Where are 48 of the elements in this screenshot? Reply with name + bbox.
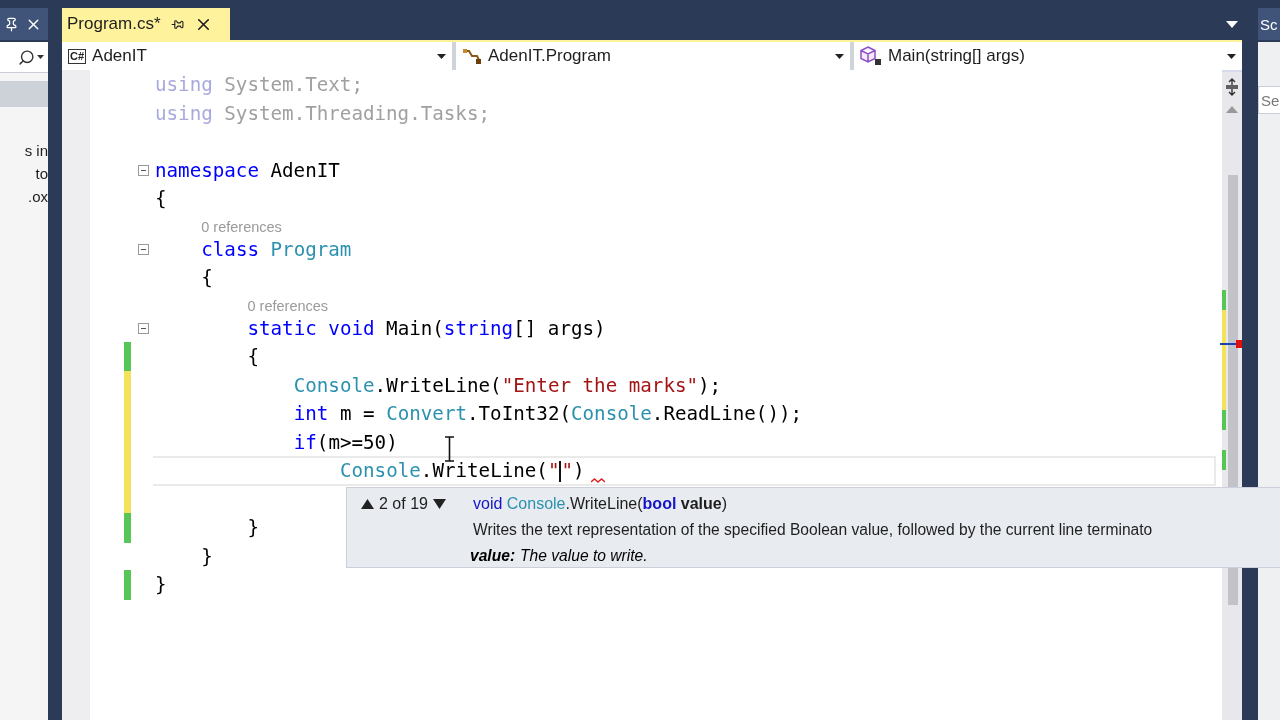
split-icon[interactable] bbox=[1225, 78, 1239, 96]
navigation-dropdown[interactable]: AdenIT.Program bbox=[456, 42, 850, 72]
collapse-icon[interactable] bbox=[138, 323, 149, 334]
caret-icon bbox=[835, 53, 844, 59]
navigation-dropdown[interactable]: Main(string[] args) bbox=[854, 42, 1242, 72]
class-icon bbox=[462, 47, 482, 65]
panel-tab[interactable]: Sc bbox=[1258, 8, 1280, 40]
code-line: { bbox=[247, 344, 260, 370]
caret-icon bbox=[37, 55, 44, 59]
panel-text: ox. bbox=[27, 187, 48, 207]
pin-icon[interactable] bbox=[4, 16, 19, 32]
code-line: } bbox=[155, 572, 167, 598]
search-field[interactable] bbox=[0, 42, 48, 73]
parameter-name: value: bbox=[470, 546, 516, 566]
method-icon bbox=[860, 46, 882, 66]
document-tab[interactable]: Program.cs* bbox=[62, 8, 230, 40]
overload-counter: 2 of 19 bbox=[379, 495, 428, 513]
code-line: if(m>=50) bbox=[293, 429, 398, 456]
collapse-icon[interactable] bbox=[138, 244, 149, 255]
code-line: } bbox=[247, 515, 260, 541]
navigation-dropdown[interactable]: C# AdenIT bbox=[62, 42, 452, 72]
code-line: Console.WriteLine("Enter the marks"); bbox=[293, 372, 722, 399]
code-line: using System.Threading.Tasks; bbox=[155, 100, 490, 127]
caret-icon bbox=[437, 53, 446, 59]
code-line: Console.WriteLine("") bbox=[339, 458, 585, 484]
pin-icon[interactable] bbox=[170, 17, 184, 31]
text-cursor-icon bbox=[445, 436, 454, 462]
dropdown-icon[interactable] bbox=[1226, 21, 1238, 28]
search-field[interactable]: Se bbox=[1258, 86, 1280, 114]
collapse-icon[interactable] bbox=[138, 165, 149, 176]
method-signature: void Console.WriteLine(bool value) bbox=[473, 494, 729, 514]
code-line: int m = Convert.ToInt32(Console.ReadLine()); bbox=[293, 401, 803, 427]
parameter-description: The value to write. bbox=[520, 546, 648, 566]
method-description: Writes the text representation of the specified Boolean value, followed by the current line terminato bbox=[473, 520, 1154, 540]
code-line: { bbox=[201, 265, 213, 291]
caret-icon bbox=[1227, 53, 1236, 59]
search-icon bbox=[18, 48, 35, 66]
panel-text: to bbox=[34, 164, 48, 184]
code-line: namespace AdenIT bbox=[155, 157, 340, 184]
panel-text: s in bbox=[23, 141, 48, 161]
next-icon[interactable] bbox=[432, 499, 446, 509]
code-line: using System.Text; bbox=[155, 72, 363, 98]
code-line: { bbox=[155, 186, 167, 212]
language-badge: C# bbox=[68, 48, 87, 64]
code-line: class Program bbox=[201, 236, 352, 263]
code-line: static void Main(string[] args) bbox=[247, 315, 606, 342]
previous-icon[interactable] bbox=[361, 499, 374, 509]
code-line: } bbox=[201, 543, 213, 570]
